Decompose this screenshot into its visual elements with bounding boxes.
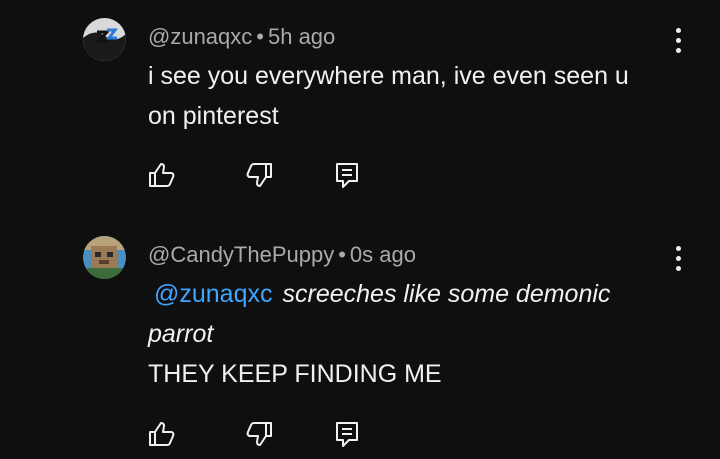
- more-vert-icon[interactable]: [668, 244, 688, 272]
- italic-text: parrot: [148, 320, 214, 348]
- reply-icon[interactable]: [332, 419, 362, 449]
- avatar[interactable]: [83, 18, 126, 61]
- comment-text: i see you everywhere man, ive even seen …: [148, 56, 688, 136]
- more-vert-icon[interactable]: [668, 26, 688, 54]
- comment-text-line: @zunaqxc screeches like some demonic: [148, 274, 688, 314]
- timestamp[interactable]: 5h ago: [268, 24, 335, 49]
- comment-text-line: on pinterest: [148, 102, 279, 130]
- reply-icon[interactable]: [332, 160, 362, 190]
- meta-separator: •: [256, 24, 264, 49]
- thumb-down-icon[interactable]: [244, 160, 274, 190]
- comment-text-line: THEY KEEP FINDING ME: [148, 360, 442, 388]
- avatar-candythepuppy-image: [83, 236, 126, 279]
- author-handle[interactable]: @zunaqxc: [148, 24, 252, 49]
- thumb-down-icon[interactable]: [244, 419, 274, 449]
- avatar-zunaqxc-image: [83, 18, 126, 61]
- comment-meta: @CandyThePuppy • 0s ago: [148, 242, 416, 268]
- author-handle[interactable]: @CandyThePuppy: [148, 242, 334, 267]
- thumb-up-icon[interactable]: [147, 419, 177, 449]
- thumb-up-icon[interactable]: [147, 160, 177, 190]
- avatar[interactable]: [83, 236, 126, 279]
- comment-text-line: i see you everywhere man, ive even seen …: [148, 62, 629, 90]
- meta-separator: •: [338, 242, 346, 267]
- mention-link[interactable]: @zunaqxc: [154, 280, 273, 308]
- timestamp[interactable]: 0s ago: [350, 242, 416, 267]
- italic-text: screeches like some demonic: [282, 280, 611, 308]
- comment-meta: @zunaqxc • 5h ago: [148, 24, 335, 50]
- comment-text: @zunaqxc screeches like some demonic parr…: [148, 274, 688, 394]
